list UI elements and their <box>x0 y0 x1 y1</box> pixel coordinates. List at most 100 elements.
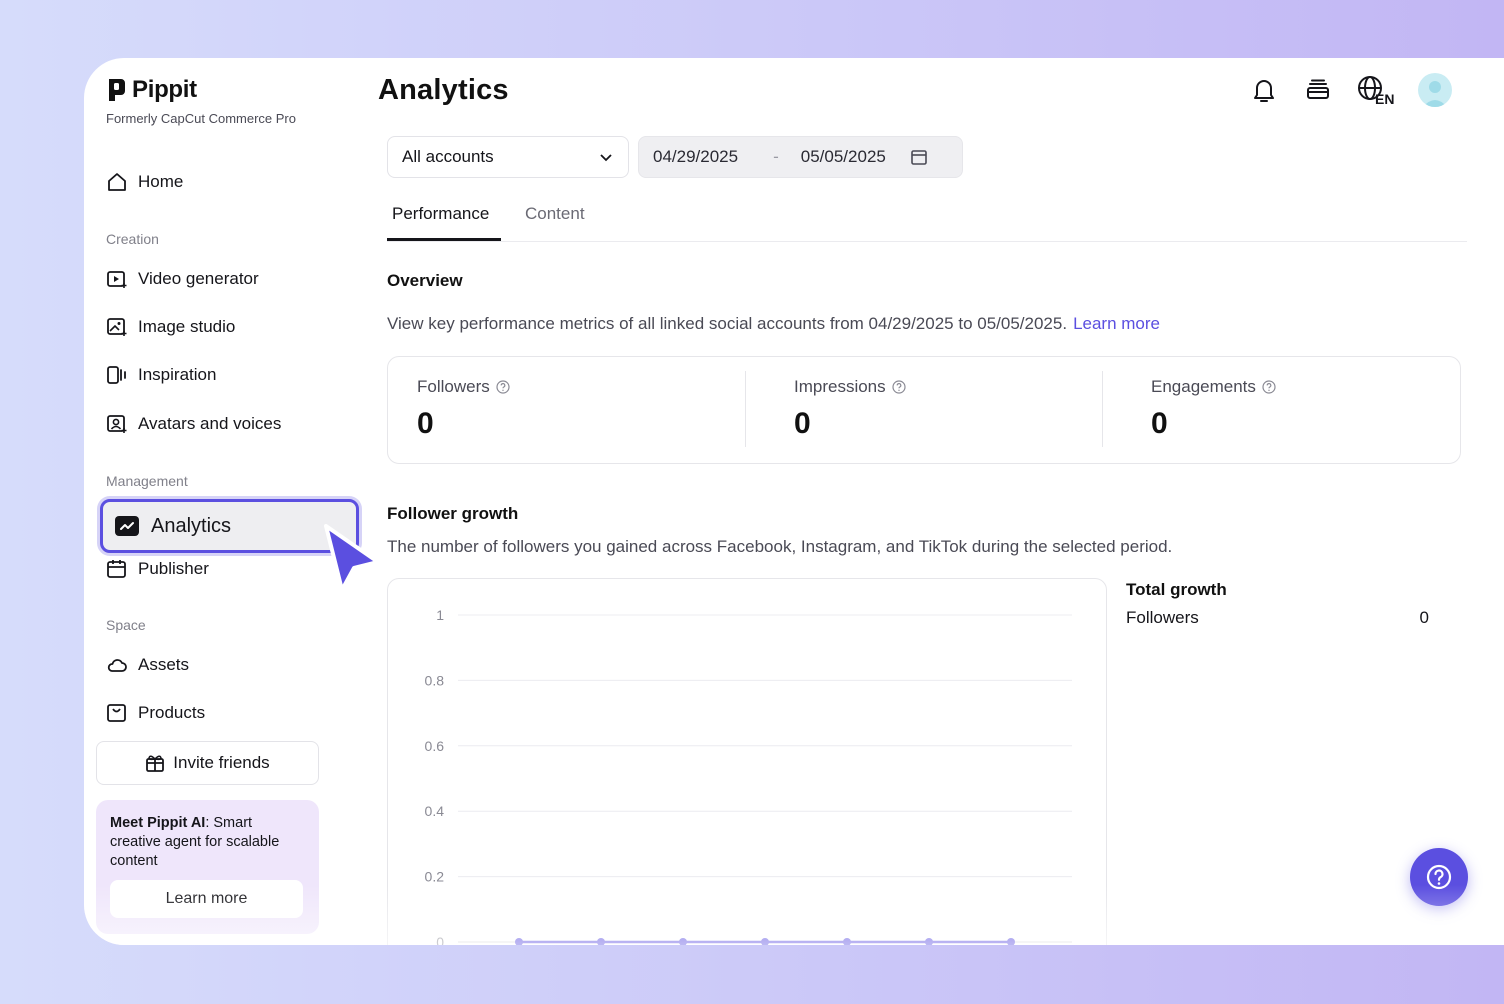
language-badge: EN <box>1375 91 1394 106</box>
total-growth-label: Followers <box>1126 608 1199 627</box>
sidebar-item-video-generator[interactable]: Video generator <box>106 268 259 290</box>
globe-icon: EN <box>1358 76 1394 106</box>
sidebar-item-label: Analytics <box>151 514 232 537</box>
active-tab-indicator <box>387 238 501 241</box>
tab-content[interactable]: Content <box>525 204 585 224</box>
sidebar-item-label: Assets <box>138 655 190 674</box>
account-select[interactable]: All accounts <box>387 136 629 178</box>
subscription-button[interactable] <box>1302 72 1334 108</box>
sidebar-item-home[interactable]: Home <box>106 171 183 193</box>
data-point[interactable] <box>679 938 687 945</box>
avatar-voice-icon <box>107 415 127 433</box>
sidebar-item-products[interactable]: Products <box>106 702 205 724</box>
metric-value: 0 <box>417 407 434 440</box>
section-label-space: Space <box>106 617 146 633</box>
help-icon <box>1426 864 1452 890</box>
image-studio-icon <box>107 318 127 336</box>
gift-icon <box>146 755 165 772</box>
language-button[interactable]: EN <box>1356 72 1396 108</box>
product-bag-icon <box>107 704 126 722</box>
help-icon[interactable] <box>496 380 510 394</box>
date-separator: - <box>773 147 779 166</box>
invite-friends-button[interactable]: Invite friends <box>96 741 319 785</box>
sidebar-item-label: Publisher <box>138 559 209 578</box>
sidebar-item-publisher[interactable]: Publisher <box>106 558 209 580</box>
brand-name: Pippit <box>132 76 197 103</box>
sidebar-item-image-studio[interactable]: Image studio <box>106 316 235 338</box>
inspiration-icon <box>107 366 126 384</box>
promo-card: Meet Pippit AI: Smart creative agent for… <box>96 800 319 934</box>
brand-subtitle: Formerly CapCut Commerce Pro <box>106 111 296 126</box>
data-point[interactable] <box>761 938 769 945</box>
data-point[interactable] <box>597 938 605 945</box>
sidebar-item-label: Avatars and voices <box>138 414 282 433</box>
help-icon[interactable] <box>1262 380 1276 394</box>
overview-description: View key performance metrics of all link… <box>387 314 1160 334</box>
account-select-value: All accounts <box>402 147 494 166</box>
metric-divider <box>745 371 746 447</box>
tab-bar: Performance Content <box>387 198 1467 242</box>
follower-growth-description: The number of followers you gained acros… <box>387 537 1173 556</box>
sidebar-item-label: Image studio <box>138 317 236 336</box>
total-growth-title: Total growth <box>1126 580 1227 599</box>
header-actions: EN <box>1248 72 1452 108</box>
sidebar-item-label: Video generator <box>138 269 259 288</box>
calendar-icon[interactable] <box>910 148 928 166</box>
start-date[interactable]: 04/29/2025 <box>653 147 738 167</box>
overview-description-text: View key performance metrics of all link… <box>387 314 1068 333</box>
home-icon <box>108 173 126 191</box>
sidebar-item-inspiration[interactable]: Inspiration <box>106 364 216 386</box>
y-tick-label: 0.6 <box>425 738 445 754</box>
section-label-creation: Creation <box>106 231 159 247</box>
analytics-icon <box>115 516 139 536</box>
metric-label: Engagements <box>1151 377 1276 397</box>
notifications-button[interactable] <box>1248 72 1280 108</box>
total-growth-row: Followers 0 <box>1126 608 1429 628</box>
sidebar-item-assets[interactable]: Assets <box>106 654 189 676</box>
end-date[interactable]: 05/05/2025 <box>801 147 886 167</box>
pointer-cursor-icon <box>324 524 380 592</box>
metric-value: 0 <box>1151 407 1168 440</box>
metric-value: 0 <box>794 407 811 440</box>
learn-more-link[interactable]: Learn more <box>1073 314 1160 333</box>
metric-label: Impressions <box>794 377 906 397</box>
y-tick-label: 0.8 <box>425 672 445 688</box>
total-growth-value: 0 <box>1419 608 1429 627</box>
metric-label: Followers <box>417 377 510 397</box>
invite-friends-label: Invite friends <box>173 753 270 772</box>
brand-logo[interactable]: Pippit <box>106 76 197 104</box>
cloud-icon <box>107 659 127 672</box>
stack-icon <box>1307 79 1329 99</box>
video-generator-icon <box>107 271 127 288</box>
help-button[interactable] <box>1410 848 1468 906</box>
metric-label-text: Impressions <box>794 377 886 396</box>
user-avatar-icon <box>1423 81 1447 107</box>
date-range-picker[interactable]: 04/29/2025 - 05/05/2025 <box>638 136 963 178</box>
calendar-icon <box>107 560 126 578</box>
y-tick-label: 1 <box>436 607 444 623</box>
chevron-down-icon <box>600 154 612 162</box>
metrics-card: Followers 0 Impressions 0 Engagements 0 <box>387 356 1461 464</box>
y-tick-label: 0.2 <box>425 869 445 885</box>
avatar[interactable] <box>1418 73 1452 107</box>
data-point[interactable] <box>843 938 851 945</box>
y-tick-label: 0.4 <box>425 803 445 819</box>
promo-learn-more-button[interactable]: Learn more <box>110 880 303 918</box>
tab-performance[interactable]: Performance <box>392 204 489 224</box>
promo-text: Meet Pippit AI: Smart creative agent for… <box>110 814 305 871</box>
data-point[interactable] <box>925 938 933 945</box>
pippit-logo-icon <box>109 79 125 101</box>
chart-canvas: 1 0.8 0.6 0.4 0.2 0 <box>425 607 1072 945</box>
section-label-management: Management <box>106 473 188 489</box>
sidebar-item-avatars-voices[interactable]: Avatars and voices <box>106 413 281 435</box>
page-title: Analytics <box>378 74 509 106</box>
metric-label-text: Followers <box>417 377 490 396</box>
follower-growth-title: Follower growth <box>387 504 519 523</box>
sidebar-item-label: Products <box>138 703 206 722</box>
promo-bold: Meet Pippit AI <box>110 815 206 831</box>
metric-label-text: Engagements <box>1151 377 1256 396</box>
follower-growth-chart: 1 0.8 0.6 0.4 0.2 0 <box>387 578 1107 945</box>
data-point[interactable] <box>515 938 523 945</box>
help-icon[interactable] <box>892 380 906 394</box>
data-point[interactable] <box>1007 938 1015 945</box>
